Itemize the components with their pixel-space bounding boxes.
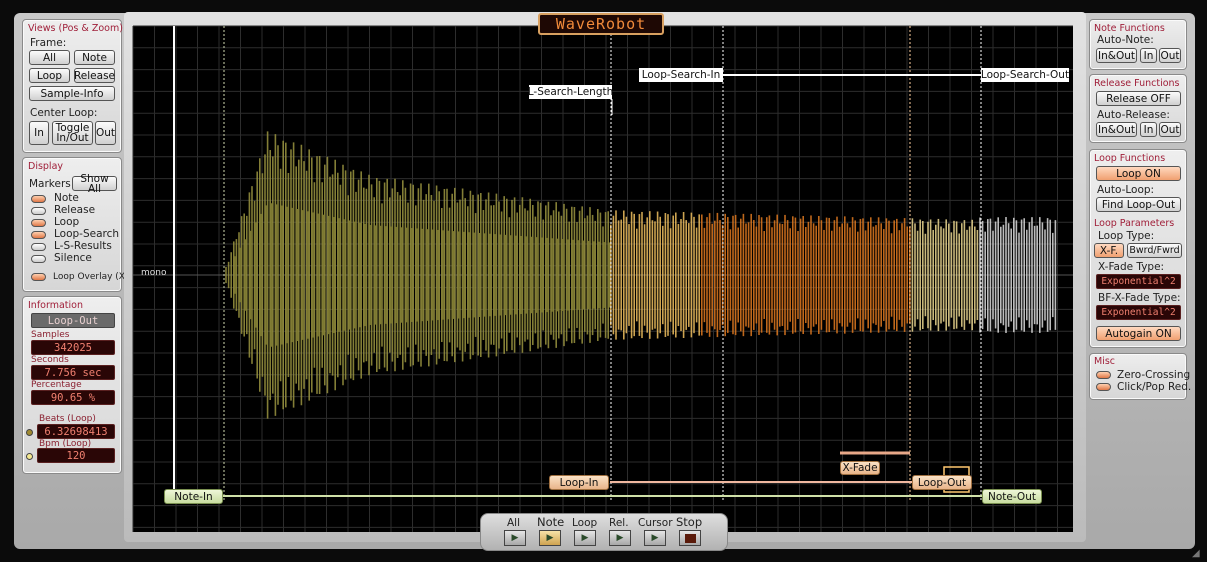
play-cursor-label: Cursor [638, 517, 673, 529]
transport-bar: All Note Loop Rel. Cursor Stop ▶ ▶ ▶ ▶ ▶ [480, 513, 728, 551]
note-in-marker[interactable]: Note-In [164, 489, 223, 504]
auto-loop-label: Auto-Loop: [1097, 184, 1155, 196]
x-fade-type-select[interactable]: Exponential^2 [1096, 274, 1181, 289]
stop-label: Stop [676, 515, 703, 529]
app-logo: WaveRobot [538, 13, 664, 35]
l-search-length-marker[interactable]: L-Search-Length [528, 85, 613, 99]
misc-title: Misc [1094, 356, 1116, 367]
play-icon: ▶ [511, 533, 519, 543]
note-out-marker[interactable]: Note-Out [982, 489, 1042, 504]
bf-x-fade-type-label: BF-X-Fade Type: [1098, 292, 1181, 304]
play-all-label: All [507, 517, 521, 529]
zero-crossing-label: Zero-Crossing [1117, 369, 1191, 381]
loop-functions-title: Loop Functions [1094, 153, 1166, 164]
loop-type-bwrd-fwrd-button[interactable]: Bwrd/Fwrd [1127, 243, 1182, 258]
play-loop-button[interactable]: ▶ [574, 530, 596, 546]
resize-grip-icon[interactable]: ◢ [1192, 548, 1200, 559]
play-cursor-button[interactable]: ▶ [644, 530, 666, 546]
play-icon: ▶ [546, 533, 554, 543]
note-functions-title: Note Functions [1094, 23, 1165, 34]
click-pop-label: Click/Pop Red. [1117, 381, 1192, 393]
loop-type-xf-button[interactable]: X-F. [1094, 243, 1124, 258]
play-icon: ▶ [651, 533, 659, 543]
stop-icon [684, 533, 696, 543]
loop-type-label: Loop Type: [1098, 230, 1155, 242]
loop-out-marker[interactable]: Loop-Out [912, 475, 972, 490]
loop-in-marker[interactable]: Loop-In [549, 475, 609, 490]
play-icon: ▶ [581, 533, 589, 543]
stop-button[interactable] [679, 530, 701, 546]
auto-note-out-button[interactable]: Out [1159, 48, 1181, 63]
auto-note-inout-button[interactable]: In&Out [1096, 48, 1137, 63]
auto-release-out-button[interactable]: Out [1159, 122, 1181, 137]
auto-note-label: Auto-Note: [1097, 34, 1154, 46]
zero-crossing-toggle[interactable] [1096, 371, 1111, 379]
x-fade-type-label: X-Fade Type: [1098, 261, 1165, 273]
play-note-label: Note [537, 515, 565, 529]
click-pop-toggle[interactable] [1096, 383, 1111, 391]
channel-label: mono [141, 268, 167, 278]
autogain-button[interactable]: Autogain ON [1096, 326, 1181, 341]
play-icon: ▶ [616, 533, 624, 543]
bf-x-fade-type-select[interactable]: Exponential^2 [1096, 305, 1181, 320]
play-release-label: Rel. [609, 517, 629, 529]
loop-on-button[interactable]: Loop ON [1096, 166, 1181, 181]
auto-release-in-button[interactable]: In [1140, 122, 1157, 137]
play-all-button[interactable]: ▶ [504, 530, 526, 546]
auto-release-label: Auto-Release: [1097, 109, 1170, 121]
loop-parameters-title: Loop Parameters [1094, 218, 1175, 229]
release-functions-panel: Release Functions Release OFF Auto-Relea… [1089, 74, 1187, 143]
play-loop-label: Loop [572, 517, 598, 529]
misc-panel: Misc Zero-Crossing Click/Pop Red. [1089, 353, 1191, 400]
loop-search-out-marker[interactable]: Loop-Search-Out [981, 68, 1069, 82]
x-fade-marker[interactable]: X-Fade [840, 461, 880, 475]
play-note-button[interactable]: ▶ [539, 530, 561, 546]
release-off-button[interactable]: Release OFF [1096, 91, 1181, 106]
loop-search-in-marker[interactable]: Loop-Search-In [639, 68, 723, 82]
release-functions-title: Release Functions [1094, 78, 1180, 89]
find-loop-out-button[interactable]: Find Loop-Out [1096, 197, 1181, 212]
play-release-button[interactable]: ▶ [609, 530, 631, 546]
auto-note-in-button[interactable]: In [1140, 48, 1157, 63]
auto-release-inout-button[interactable]: In&Out [1096, 122, 1137, 137]
note-functions-panel: Note Functions Auto-Note: In&Out In Out [1089, 19, 1187, 70]
loop-functions-panel: Loop Functions Loop ON Auto-Loop: Find L… [1089, 149, 1187, 348]
